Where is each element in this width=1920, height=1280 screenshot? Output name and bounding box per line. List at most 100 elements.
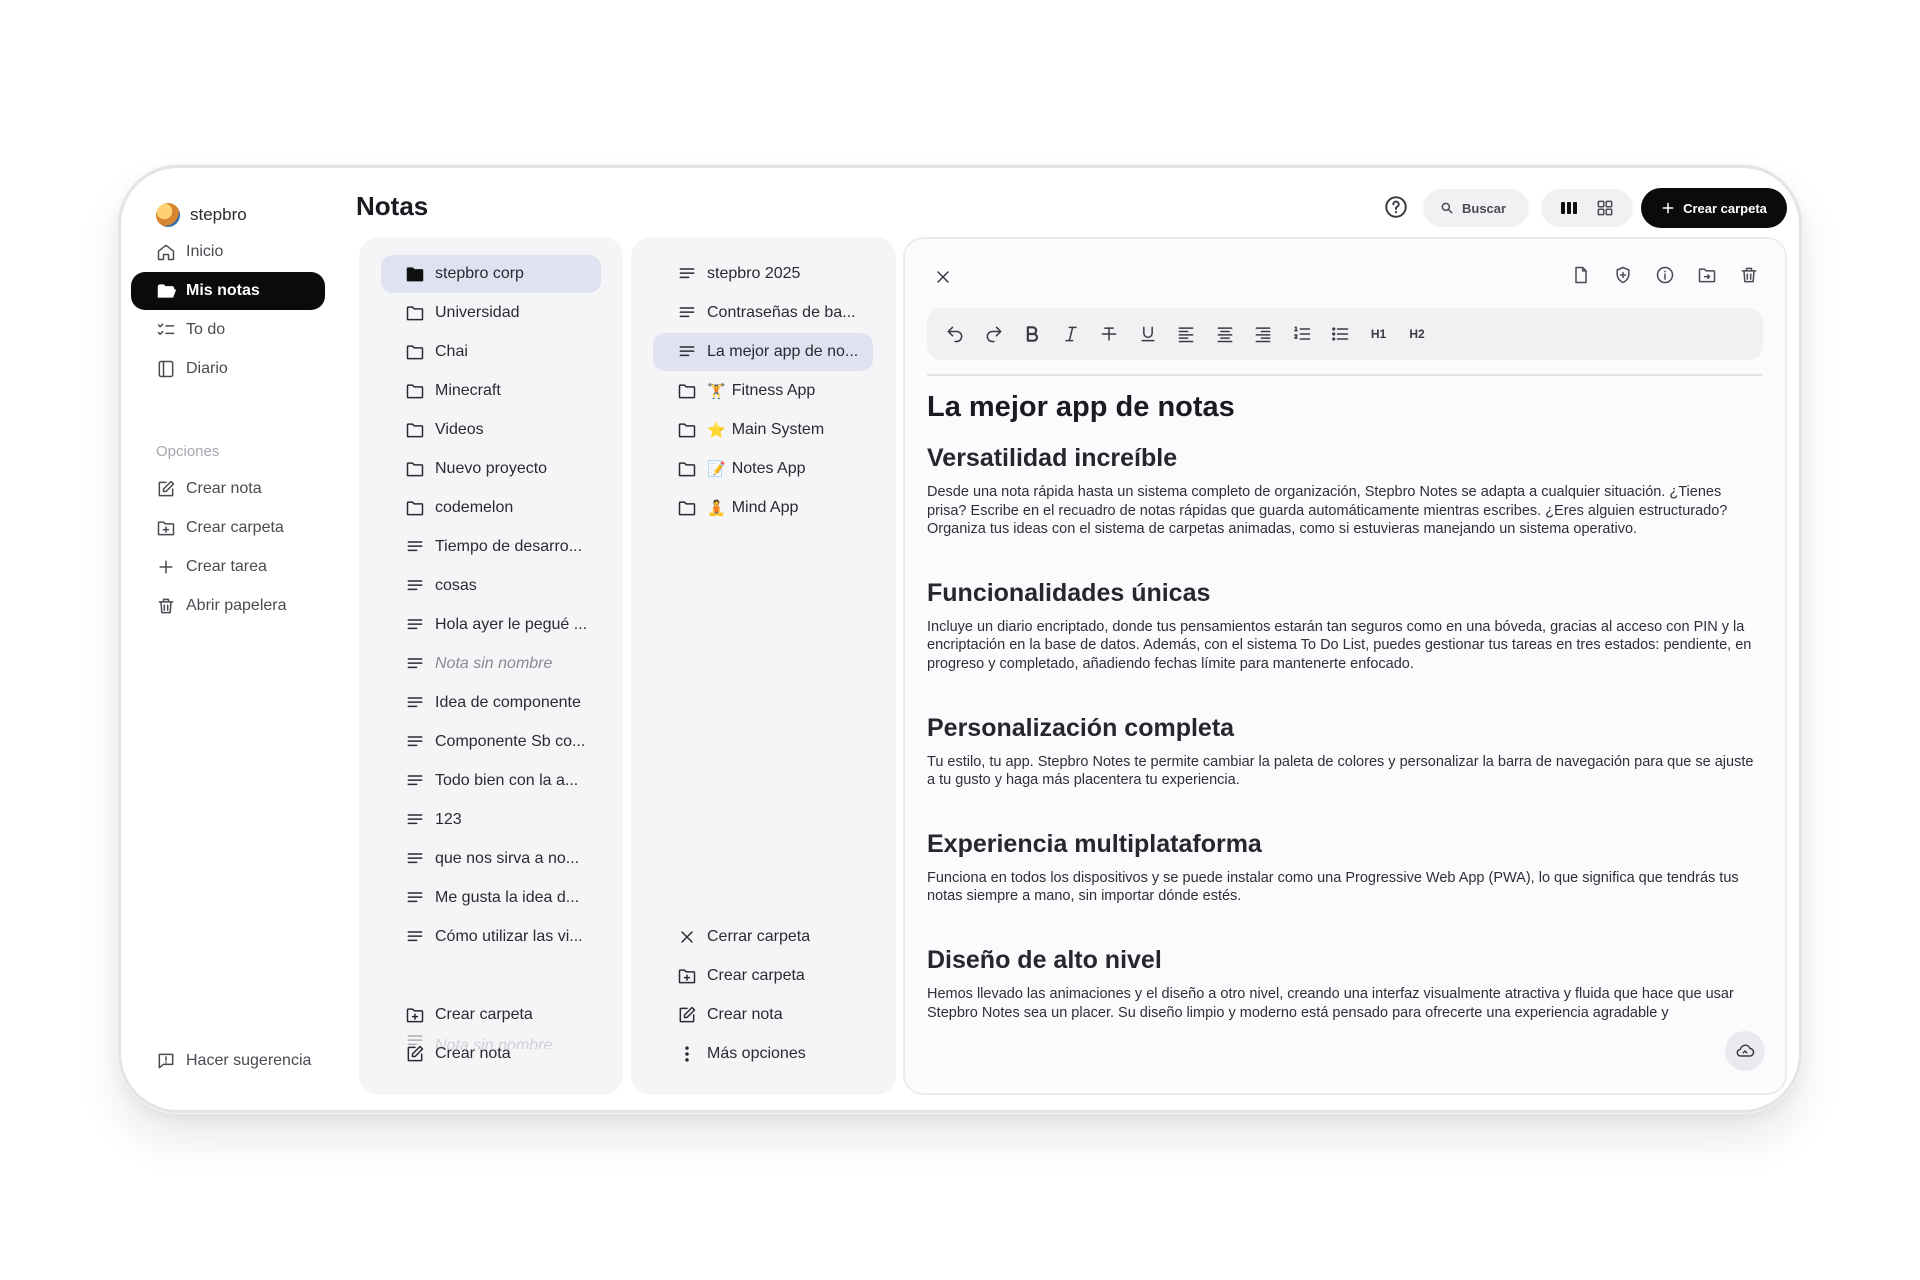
col2-crear-nota[interactable]: Crear nota xyxy=(653,996,873,1034)
suggest-button[interactable]: Hacer sugerencia xyxy=(156,1051,311,1071)
toolbar-divider xyxy=(927,374,1763,376)
folder-icon xyxy=(406,345,424,360)
item-label: Videos xyxy=(435,421,484,438)
note-item[interactable]: Todo bien con la a... xyxy=(381,762,601,800)
close-editor-button[interactable] xyxy=(933,267,955,289)
close-icon xyxy=(937,271,949,283)
item-label: Universidad xyxy=(435,304,520,321)
file-icon[interactable] xyxy=(1571,265,1591,285)
note-item[interactable]: Nota sin nombre xyxy=(381,645,601,683)
folder-item[interactable]: Universidad xyxy=(381,294,601,332)
redo-icon[interactable] xyxy=(984,324,1004,344)
align-left-icon[interactable] xyxy=(1176,324,1196,344)
note-content[interactable]: La mejor app de notas Versatilidad incre… xyxy=(927,391,1763,1027)
folder-item[interactable]: Chai xyxy=(381,333,601,371)
user-profile[interactable]: stepbro xyxy=(156,203,247,227)
row-label: Crear nota xyxy=(435,1045,511,1062)
item-label: codemelon xyxy=(435,499,514,516)
folder-item[interactable]: 🧘 Mind App xyxy=(653,489,873,527)
col2-crear-carpeta[interactable]: Crear carpeta xyxy=(653,957,873,995)
folder-emoji: ⭐ xyxy=(707,422,726,439)
note-lines-icon xyxy=(407,580,423,591)
item-label: Tiempo de desarro... xyxy=(435,538,583,555)
col1-crear-nota[interactable]: Crear nota xyxy=(381,1035,601,1073)
note-lines-icon xyxy=(407,814,423,825)
folder-plus-icon xyxy=(678,969,696,984)
note-item[interactable]: Componente Sb co... xyxy=(381,723,601,761)
note-item[interactable]: Contraseñas de ba... xyxy=(653,294,873,332)
move-to-folder-icon[interactable] xyxy=(1697,265,1717,285)
nav-inicio[interactable]: Inicio xyxy=(131,233,325,271)
note-item[interactable]: La mejor app de no... xyxy=(653,333,873,371)
note-lines-icon xyxy=(407,931,423,942)
align-center-icon[interactable] xyxy=(1215,324,1235,344)
note-item[interactable]: Idea de componente xyxy=(381,684,601,722)
folder-item[interactable]: codemelon xyxy=(381,489,601,527)
item-label: Contraseñas de ba... xyxy=(707,304,856,321)
note-section: Personalización completa Tu estilo, tu ap… xyxy=(927,714,1763,790)
trash-icon[interactable] xyxy=(1739,265,1759,285)
help-button[interactable] xyxy=(1383,194,1409,220)
item-label: stepbro corp xyxy=(435,265,524,282)
item-label: La mejor app de no... xyxy=(707,343,859,360)
folder-item[interactable]: Minecraft xyxy=(381,372,601,410)
folder-item[interactable]: ⭐ Main System xyxy=(653,411,873,449)
search-icon xyxy=(1441,202,1453,214)
nav-diario[interactable]: Diario xyxy=(131,350,325,388)
note-item[interactable]: Hola ayer le pegué ... xyxy=(381,606,601,644)
folder-item[interactable]: stepbro corp xyxy=(381,255,601,293)
item-label: que nos sirva a no... xyxy=(435,850,580,867)
nav-label: Inicio xyxy=(186,243,224,260)
note-lines-icon xyxy=(407,775,423,786)
folder-item[interactable]: Videos xyxy=(381,411,601,449)
note-item[interactable]: stepbro 2025 xyxy=(653,255,873,293)
item-label: Fitness App xyxy=(731,382,816,399)
checklist-icon xyxy=(157,323,175,335)
folder-item[interactable]: 🏋️ Fitness App xyxy=(653,372,873,410)
strikethrough-icon[interactable] xyxy=(1099,324,1119,344)
section-body: Funciona en todos los dispositivos y se … xyxy=(927,869,1739,905)
bullet-list-icon[interactable] xyxy=(1330,324,1350,344)
nav-label: To do xyxy=(186,321,226,338)
undo-icon[interactable] xyxy=(945,324,965,344)
cerrar-carpeta-button[interactable]: Cerrar carpeta xyxy=(653,918,873,956)
plus-icon xyxy=(159,560,173,574)
shield-plus-icon[interactable] xyxy=(1613,265,1633,285)
ordered-list-icon[interactable] xyxy=(1292,324,1312,344)
option-crear-nota[interactable]: Crear nota xyxy=(156,479,262,499)
columns-view-icon[interactable] xyxy=(1559,198,1579,218)
item-label: Notes App xyxy=(731,460,806,477)
grid-view-icon[interactable] xyxy=(1595,198,1615,218)
note-item[interactable]: 123 xyxy=(381,801,601,839)
nav-mis-notas[interactable]: Mis notas xyxy=(131,272,325,310)
col1-crear-carpeta[interactable]: Crear carpeta xyxy=(381,996,601,1034)
align-right-icon[interactable] xyxy=(1253,324,1273,344)
option-crear-carpeta[interactable]: Crear carpeta xyxy=(156,518,284,538)
heading2-button[interactable]: H2 xyxy=(1407,327,1427,341)
option-crear-tarea[interactable]: Crear tarea xyxy=(156,557,267,577)
option-abrir-papelera[interactable]: Abrir papelera xyxy=(156,596,287,616)
note-item[interactable]: Cómo utilizar las vi... xyxy=(381,918,601,956)
heading1-button[interactable]: H1 xyxy=(1369,327,1389,341)
underline-icon[interactable] xyxy=(1138,324,1158,344)
editor-actions xyxy=(1571,265,1759,285)
bold-icon[interactable] xyxy=(1022,324,1042,344)
section-body: Tu estilo, tu app. Stepbro Notes te perm… xyxy=(927,753,1754,789)
nav-todo[interactable]: To do xyxy=(131,311,325,349)
book-icon xyxy=(158,360,174,378)
create-folder-button[interactable]: Crear carpeta xyxy=(1641,188,1787,228)
folder-item[interactable]: 📝 Notes App xyxy=(653,450,873,488)
note-item[interactable]: Tiempo de desarro... xyxy=(381,528,601,566)
note-lines-icon xyxy=(407,736,423,747)
note-item[interactable]: cosas xyxy=(381,567,601,605)
folder-icon xyxy=(406,501,424,516)
sync-button[interactable] xyxy=(1725,1031,1765,1071)
folder-item[interactable]: Nuevo proyecto xyxy=(381,450,601,488)
search-button[interactable]: Buscar xyxy=(1423,189,1529,227)
item-label: 123 xyxy=(435,811,462,828)
note-item[interactable]: Me gusta la idea d... xyxy=(381,879,601,917)
italic-icon[interactable] xyxy=(1061,324,1081,344)
note-item[interactable]: que nos sirva a no... xyxy=(381,840,601,878)
mas-opciones-button[interactable]: Más opciones xyxy=(653,1035,873,1073)
info-icon[interactable] xyxy=(1655,265,1675,285)
